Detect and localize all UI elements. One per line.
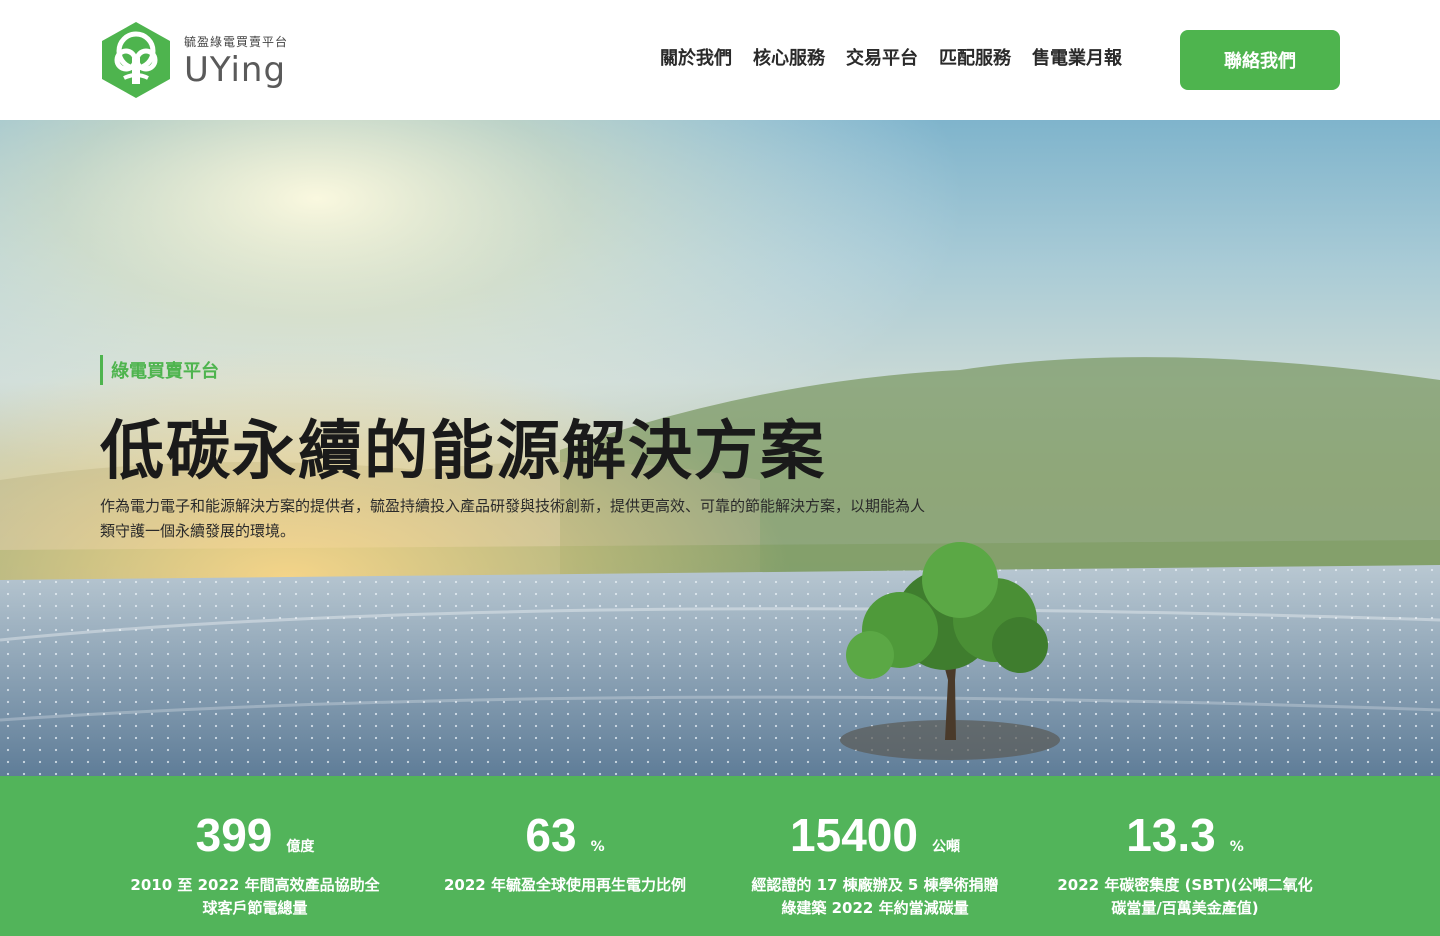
stat-label: 2022 年碳密集度 (SBT)(公噸二氧化碳當量/百萬美金產值): [1057, 876, 1313, 917]
logo-subtitle: 毓盈綠電買賣平台: [184, 34, 289, 49]
stat-value: 13.3: [1126, 809, 1216, 861]
nav-item-core-services[interactable]: 核心服務: [753, 44, 825, 70]
hero-description: 作為電力電子和能源解決方案的提供者，毓盈持續投入產品研發與技術創新，提供更高效、…: [100, 497, 926, 540]
stat-label: 2022 年毓盈全球使用再生電力比例: [444, 876, 686, 894]
stat-carbon-reduction: 15400 公噸 經認證的 17 棟廠辦及 5 棟學術捐贈綠建築 2022 年約…: [725, 776, 1025, 920]
logo-wordmark: UYing: [184, 49, 287, 90]
stat-label: 經認證的 17 棟廠辦及 5 棟學術捐贈綠建築 2022 年約當減碳量: [751, 876, 999, 917]
hero-tag: 綠電買賣平台: [100, 355, 219, 385]
logo[interactable]: 毓盈綠電買賣平台 UYing: [100, 20, 288, 100]
main-nav: 關於我們 核心服務 交易平台 匹配服務 售電業月報: [660, 44, 1122, 70]
nav-item-about[interactable]: 關於我們: [660, 44, 732, 70]
stat-renewable-ratio: 63 % 2022 年毓盈全球使用再生電力比例: [415, 776, 715, 897]
nav-item-trading-platform[interactable]: 交易平台: [846, 44, 918, 70]
nav-item-monthly-report[interactable]: 售電業月報: [1032, 44, 1122, 70]
stat-unit: 公噸: [931, 839, 960, 855]
stats-bar: 399 億度 2010 至 2022 年間高效產品協助全球客戶節電總量 63 %…: [0, 776, 1440, 936]
stat-unit: 億度: [286, 839, 315, 855]
stat-energy-saved: 399 億度 2010 至 2022 年間高效產品協助全球客戶節電總量: [105, 776, 405, 920]
stat-unit: %: [1229, 839, 1244, 855]
stat-unit: %: [590, 839, 605, 855]
contact-us-button[interactable]: 聯絡我們: [1180, 30, 1340, 90]
hero-title: 低碳永續的能源解決方案: [100, 415, 826, 489]
logo-tree-icon: [102, 22, 170, 98]
stat-value: 399: [195, 809, 273, 861]
hero-banner: 綠電買賣平台 低碳永續的能源解決方案 作為電力電子和能源解決方案的提供者，毓盈持…: [0, 120, 1440, 776]
stat-label: 2010 至 2022 年間高效產品協助全球客戶節電總量: [130, 876, 380, 917]
site-header: 毓盈綠電買賣平台 UYing 關於我們 核心服務 交易平台 匹配服務 售電業月報…: [0, 0, 1440, 120]
stat-value: 15400: [790, 809, 918, 861]
stat-carbon-intensity: 13.3 % 2022 年碳密集度 (SBT)(公噸二氧化碳當量/百萬美金產值): [1035, 776, 1335, 920]
nav-item-matching-services[interactable]: 匹配服務: [939, 44, 1011, 70]
stat-value: 63: [525, 809, 577, 861]
